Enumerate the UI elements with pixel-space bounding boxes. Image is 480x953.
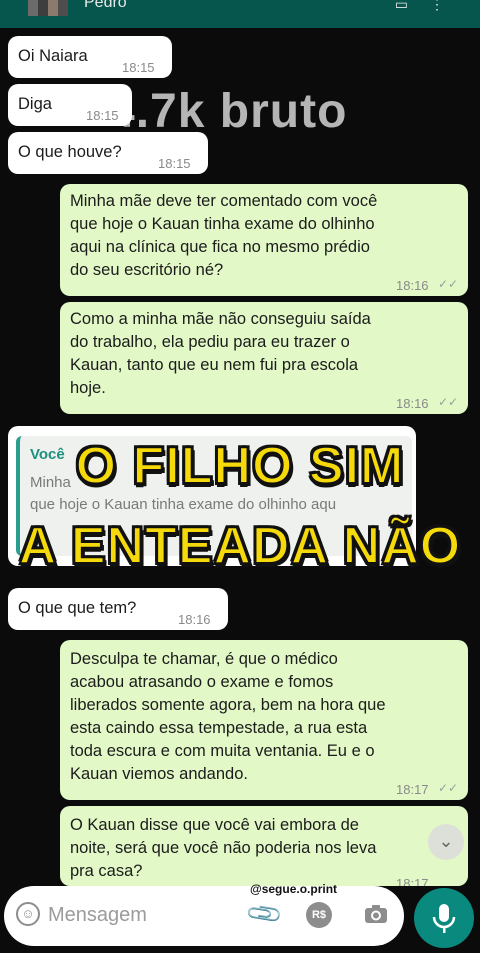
message-time: 18:16 <box>396 396 429 411</box>
message-bubble-incoming[interactable]: Diga 18:15 <box>8 84 132 126</box>
message-text: O que que tem? <box>18 599 137 617</box>
message-bubble-outgoing[interactable]: O Kauan disse que você vai embora de noi… <box>60 806 468 886</box>
message-line: Kauan, tanto que eu nem fui pra escola <box>70 356 359 374</box>
emoji-icon[interactable]: ☺ <box>16 902 40 926</box>
message-line: do trabalho, ela pediu para eu trazer o <box>70 333 350 351</box>
message-line: acabou atrasando o exame e fomos <box>70 673 334 691</box>
quoted-line: que hoje o Kauan tinha exame do olhinho … <box>30 496 337 513</box>
header-icons: ▭⋮ <box>395 0 466 13</box>
message-line: toda escura e com muita ventania. Eu e o <box>70 742 375 760</box>
message-line: liberados somente agora, bem na hora que <box>70 696 386 714</box>
message-time: 18:15 <box>158 156 191 171</box>
watermark: @segue.o.print <box>250 882 338 896</box>
read-ticks-icon: ✓✓ <box>438 781 459 795</box>
message-input-bar[interactable]: ☺ Mensagem 📎 R$ <box>4 886 404 946</box>
read-ticks-icon: ✓✓ <box>438 395 459 409</box>
attach-icon[interactable]: 📎 <box>244 894 286 935</box>
message-line: O Kauan disse que você vai embora de <box>70 816 359 834</box>
scroll-down-icon[interactable]: ⌄ <box>428 824 464 860</box>
message-time: 18:15 <box>122 60 155 75</box>
message-text: Minha mãe deve ter comentado com você qu… <box>70 190 460 282</box>
more-options-icon[interactable]: ⋮ <box>430 0 466 12</box>
message-text: O que houve? <box>18 143 122 161</box>
message-text: Diga <box>18 95 52 113</box>
message-bubble-incoming[interactable]: O que que tem? 18:16 <box>8 588 228 630</box>
overlay-caption-line-2: A ENTEADA NÃO <box>18 516 462 576</box>
message-line: que hoje o Kauan tinha exame do olhinho <box>70 215 375 233</box>
mic-button[interactable] <box>414 888 474 948</box>
mic-icon <box>432 904 456 933</box>
read-ticks-icon: ✓✓ <box>438 277 459 291</box>
message-time: 18:16 <box>396 278 429 293</box>
message-line: aqui na clínica que fica no mesmo prédio <box>70 238 370 256</box>
video-call-icon[interactable]: ▭ <box>395 0 430 12</box>
message-line: Minha mãe deve ter comentado com você <box>70 192 378 210</box>
camera-icon[interactable] <box>362 900 390 928</box>
message-bubble-incoming[interactable]: O que houve? 18:15 <box>8 132 208 174</box>
message-line: noite, será que você não poderia nos lev… <box>70 839 377 857</box>
message-line: Desculpa te chamar, é que o médico <box>70 650 338 668</box>
payment-icon[interactable]: R$ <box>306 902 332 928</box>
message-time: 18:15 <box>86 108 119 123</box>
message-bubble-outgoing[interactable]: Desculpa te chamar, é que o médico acabo… <box>60 640 468 800</box>
message-time: 18:16 <box>178 612 211 627</box>
message-text: Como a minha mãe não conseguiu saída do … <box>70 308 460 400</box>
message-bubble-outgoing[interactable]: Como a minha mãe não conseguiu saída do … <box>60 302 468 414</box>
background-overlay-text: 4.7k bruto <box>108 85 348 138</box>
message-text: Desculpa te chamar, é que o médico acabo… <box>70 648 466 786</box>
contact-name[interactable]: Pedro <box>84 0 127 12</box>
message-text: Oi Naiara <box>18 47 88 65</box>
message-input[interactable]: Mensagem <box>48 904 147 927</box>
chat-header: Pedro ▭⋮ <box>0 0 480 28</box>
message-time: 18:17 <box>396 782 429 797</box>
message-bubble-outgoing[interactable]: Minha mãe deve ter comentado com você qu… <box>60 184 468 296</box>
contact-avatar[interactable] <box>28 0 68 16</box>
message-line: esta caindo essa tempestade, a rua esta <box>70 719 368 737</box>
message-line: Como a minha mãe não conseguiu saída <box>70 310 371 328</box>
message-bubble-incoming[interactable]: Oi Naiara 18:15 <box>8 36 172 78</box>
message-time: 18:17 <box>396 876 429 886</box>
overlay-caption-line-1: O FILHO SIM <box>75 436 405 496</box>
